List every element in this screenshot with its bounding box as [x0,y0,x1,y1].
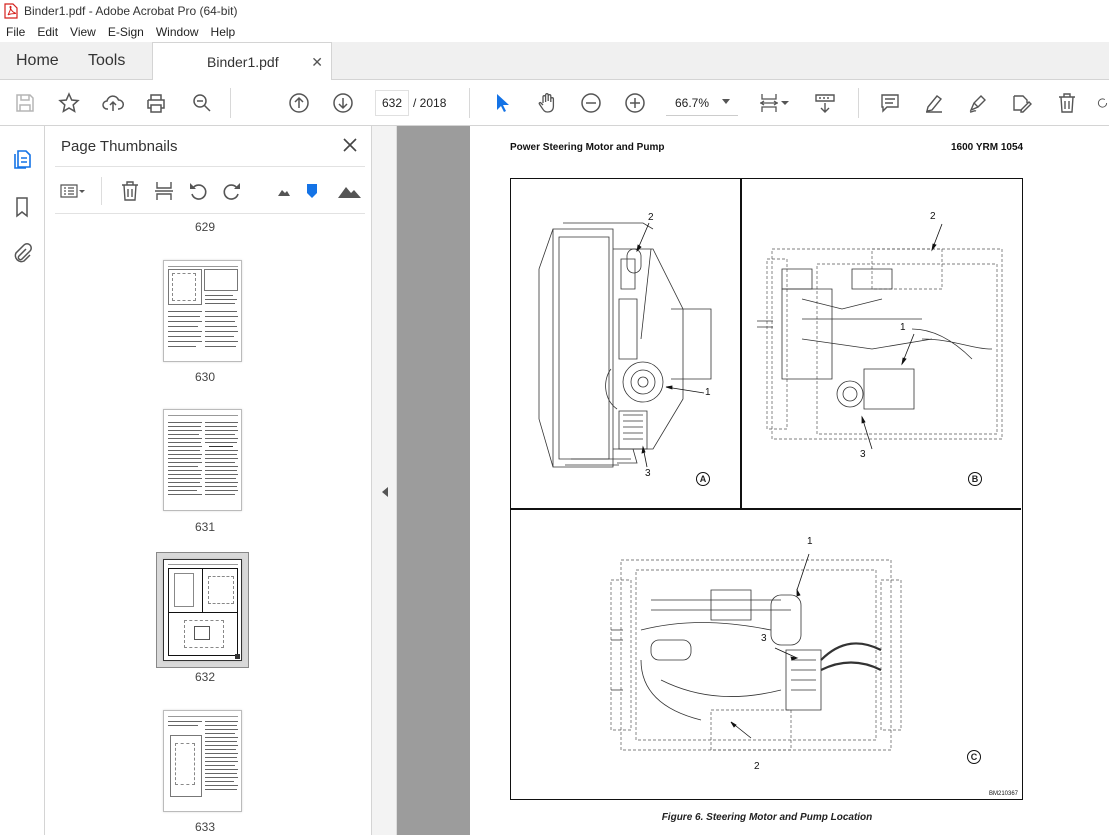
close-icon[interactable] [342,137,358,153]
upload-cloud-icon[interactable] [101,91,125,115]
thumbnail-larger-icon[interactable] [337,180,363,202]
callout-label: 2 [930,211,936,222]
thumbnail-toolbar [55,166,365,214]
callout-label: 1 [900,322,906,333]
page-header-left: Power Steering Motor and Pump [510,142,665,153]
callout-label: 3 [860,449,866,460]
thumbnail-size-slider-icon[interactable] [305,180,319,202]
thumbnail-label: 633 [194,820,216,834]
zoom-select[interactable]: 66.7% [666,90,738,116]
tab-document[interactable]: Binder1.pdf ✕ [152,42,332,81]
extract-page-icon[interactable] [153,180,175,202]
menu-help[interactable]: Help [205,25,242,39]
toolbar-divider [230,88,231,118]
callout-label: 3 [761,633,767,644]
rotate-icon[interactable] [1096,91,1109,115]
callout-label: 1 [807,536,813,547]
select-pointer-icon[interactable] [490,91,514,115]
callout-label: 2 [648,212,654,223]
figure-reference: BM210367 [989,791,1019,797]
window-title: Binder1.pdf - Adobe Acrobat Pro (64-bit) [24,4,238,18]
panel-b-drawing [757,223,1003,450]
tab-bar: Home Tools Binder1.pdf ✕ [0,42,1109,81]
save-icon[interactable] [13,91,37,115]
print-icon[interactable] [144,91,168,115]
thumbnail-label: 630 [194,370,216,384]
next-page-icon[interactable] [331,91,355,115]
left-rail [0,126,45,835]
menu-bar: File Edit View E-Sign Window Help [0,22,1109,42]
acrobat-icon [4,3,18,19]
scroll-mode-icon[interactable] [813,91,837,115]
delete-page-icon[interactable] [119,180,141,202]
page-thumbnail[interactable] [163,409,242,511]
tab-home[interactable]: Home [16,42,59,80]
toolbar-divider [101,177,102,205]
tab-document-label: Binder1.pdf [207,54,279,70]
panel-letter: A [696,472,710,486]
collapse-panel-icon[interactable] [382,487,388,497]
zoom-out-icon[interactable] [579,91,603,115]
thumbnails-panel: Page Thumbnails 629 630 631 632 633 [45,126,415,835]
page-thumbnail[interactable] [163,710,242,812]
delete-icon[interactable] [1055,91,1079,115]
page-thumbnails-icon[interactable] [11,148,33,170]
hand-tool-icon[interactable] [535,91,559,115]
toolbar-divider [469,88,470,118]
options-menu-icon[interactable] [59,180,85,202]
callout-label: 3 [645,468,651,479]
edit-document-icon[interactable] [1010,91,1034,115]
menu-edit[interactable]: Edit [31,25,64,39]
panel-splitter[interactable] [372,126,397,835]
attachment-icon[interactable] [11,242,33,264]
panel-title: Page Thumbnails [61,138,178,155]
title-bar: Binder1.pdf - Adobe Acrobat Pro (64-bit) [0,0,1109,22]
page-header-right: 1600 YRM 1054 [951,142,1024,153]
thumbnail-list: 629 630 631 632 633 [55,216,355,835]
draw-pen-icon[interactable] [966,91,990,115]
thumbnail-smaller-icon[interactable] [273,180,295,202]
menu-file[interactable]: File [0,25,31,39]
close-tab-icon[interactable]: ✕ [311,54,323,71]
callout-label: 2 [754,761,760,772]
thumbnail-label: 631 [194,520,216,534]
thumbnail-label: 632 [194,670,216,684]
page-number-input[interactable]: 632 [375,90,409,116]
page-thumbnail[interactable] [163,559,242,661]
zoom-value: 66.7% [675,95,710,110]
panel-a-drawing [538,222,712,468]
pdf-page: Power Steering Motor and Pump 1600 YRM 1… [470,126,1109,835]
zoom-in-icon[interactable] [623,91,647,115]
previous-page-icon[interactable] [287,91,311,115]
menu-view[interactable]: View [64,25,102,39]
zoom-search-icon[interactable] [190,91,214,115]
chevron-down-icon[interactable] [779,91,791,115]
page-total: / 2018 [413,96,447,110]
star-icon[interactable] [57,91,81,115]
highlight-pen-icon[interactable] [922,91,946,115]
thumbnail-label: 629 [194,220,216,234]
callout-label: 1 [705,387,711,398]
toolbar [0,80,1109,126]
tab-tools[interactable]: Tools [88,42,125,80]
document-viewer[interactable]: Power Steering Motor and Pump 1600 YRM 1… [397,126,1109,835]
toolbar-divider [858,88,859,118]
bookmark-icon[interactable] [11,196,33,218]
chevron-down-icon [722,99,730,104]
menu-esign[interactable]: E-Sign [102,25,150,39]
panel-c-drawing [610,553,902,751]
panel-letter: C [967,750,981,764]
rotate-clockwise-icon[interactable] [221,180,243,202]
menu-window[interactable]: Window [150,25,205,39]
page-thumbnail[interactable] [163,260,242,362]
figure-frame: 2 1 3 A 2 1 3 B 1 3 2 C BM210367 [510,178,1023,800]
comment-icon[interactable] [878,91,902,115]
figure-caption: Figure 6. Steering Motor and Pump Locati… [661,812,873,823]
rotate-counterclockwise-icon[interactable] [187,180,209,202]
panel-letter: B [968,472,982,486]
page-fit-icon[interactable] [757,91,781,115]
